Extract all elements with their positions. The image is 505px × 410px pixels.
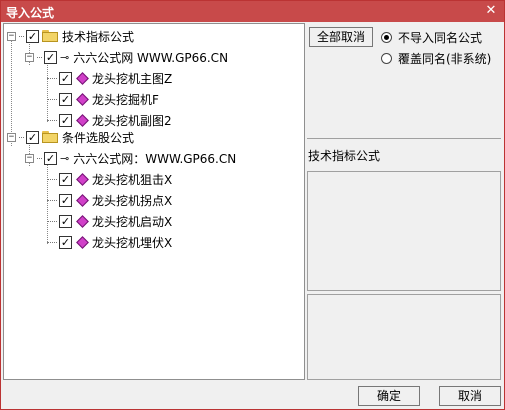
radio-skip-same-name[interactable]: 不导入同名公式: [381, 29, 482, 46]
key-icon: ⊸: [60, 151, 70, 165]
checkbox[interactable]: ✓: [59, 193, 72, 207]
radio-overwrite-same-name[interactable]: 覆盖同名(非系统): [381, 50, 491, 67]
tree-connector: [19, 136, 24, 138]
formula-description-panel: [307, 171, 501, 291]
tree-connector: [47, 178, 57, 180]
close-icon[interactable]: ✕: [483, 3, 499, 19]
tree-group-condition[interactable]: − ✓ 条件选股公式: [7, 128, 134, 146]
tree-item[interactable]: ✓ 龙头挖机主图Z: [47, 69, 172, 87]
formula-description-title: 技术指标公式: [308, 149, 381, 163]
radio-button[interactable]: [381, 32, 392, 43]
tree-item-label: 龙头挖机副图2: [92, 113, 172, 128]
formula-preview-panel: [307, 294, 501, 380]
formula-icon: [76, 172, 89, 186]
collapse-icon[interactable]: −: [7, 132, 16, 142]
checkbox[interactable]: ✓: [44, 151, 57, 165]
tree-connector: [47, 77, 57, 79]
tree-item-label: 龙头挖机埋伏X: [92, 235, 173, 250]
tree-item[interactable]: ✓ 龙头挖掘机F: [47, 90, 159, 108]
tree-connector: [47, 119, 57, 121]
deselect-all-button[interactable]: 全部取消: [309, 27, 373, 47]
collapse-icon[interactable]: −: [7, 31, 16, 41]
tree-item-label: 龙头挖机启动X: [92, 214, 173, 229]
checkbox[interactable]: ✓: [59, 92, 72, 106]
dialog-title: 导入公式: [6, 6, 55, 20]
checkbox[interactable]: ✓: [26, 29, 39, 43]
ok-button[interactable]: 确定: [358, 386, 420, 406]
checkbox[interactable]: ✓: [26, 130, 39, 144]
tree-source-label: 六六公式网 WWW.GP66.CN: [73, 50, 229, 65]
tree-connector: [37, 56, 42, 58]
tree-group-label: 条件选股公式: [62, 130, 135, 145]
formula-icon: [76, 193, 89, 207]
tree-connector: [47, 241, 57, 243]
tree-item[interactable]: ✓ 龙头挖机埋伏X: [47, 233, 172, 251]
checkbox[interactable]: ✓: [59, 235, 72, 249]
divider: [307, 138, 501, 140]
folder-icon: [42, 30, 58, 42]
formula-icon: [76, 113, 89, 127]
key-icon: ⊸: [60, 50, 70, 64]
tree-source-node[interactable]: − ✓ ⊸ 六六公式网：WWW.GP66.CN: [25, 149, 236, 167]
tree-connector: [37, 157, 42, 159]
checkbox[interactable]: ✓: [44, 50, 57, 64]
tree-group-indicator[interactable]: − ✓ 技术指标公式: [7, 27, 134, 45]
tree-item-label: 龙头挖掘机F: [92, 92, 159, 107]
collapse-icon[interactable]: −: [25, 52, 34, 62]
tree-item[interactable]: ✓ 龙头挖机启动X: [47, 212, 172, 230]
tree-item-label: 龙头挖机狙击X: [92, 172, 173, 187]
import-formula-dialog: 导入公式 ✕ − ✓ 技术指标公式 − ✓ ⊸ 六六公式网 WWW.GP66.C…: [0, 0, 505, 410]
checkbox[interactable]: ✓: [59, 214, 72, 228]
radio-label: 覆盖同名(非系统): [398, 52, 492, 66]
formula-icon: [76, 235, 89, 249]
checkbox[interactable]: ✓: [59, 71, 72, 85]
tree-connector: [47, 98, 57, 100]
formula-icon: [76, 214, 89, 228]
formula-tree: − ✓ 技术指标公式 − ✓ ⊸ 六六公式网 WWW.GP66.CN ✓ 龙头挖…: [3, 23, 305, 380]
radio-button[interactable]: [381, 53, 392, 64]
tree-connector: [19, 35, 24, 37]
title-bar[interactable]: 导入公式 ✕: [1, 1, 504, 22]
tree-group-label: 技术指标公式: [62, 29, 135, 44]
tree-item-label: 龙头挖机拐点X: [92, 193, 173, 208]
radio-label: 不导入同名公式: [398, 31, 483, 45]
tree-item[interactable]: ✓ 龙头挖机拐点X: [47, 191, 172, 209]
folder-icon: [42, 131, 58, 143]
checkbox[interactable]: ✓: [59, 113, 72, 127]
tree-item[interactable]: ✓ 龙头挖机副图2: [47, 111, 172, 129]
tree-item[interactable]: ✓ 龙头挖机狙击X: [47, 170, 172, 188]
cancel-button[interactable]: 取消: [439, 386, 501, 406]
formula-icon: [76, 71, 89, 85]
tree-connector: [47, 199, 57, 201]
formula-icon: [76, 92, 89, 106]
checkbox[interactable]: ✓: [59, 172, 72, 186]
tree-source-node[interactable]: − ✓ ⊸ 六六公式网 WWW.GP66.CN: [25, 48, 228, 66]
tree-item-label: 龙头挖机主图Z: [92, 71, 173, 86]
collapse-icon[interactable]: −: [25, 153, 34, 163]
tree-connector: [47, 220, 57, 222]
tree-source-label: 六六公式网：WWW.GP66.CN: [73, 151, 237, 166]
